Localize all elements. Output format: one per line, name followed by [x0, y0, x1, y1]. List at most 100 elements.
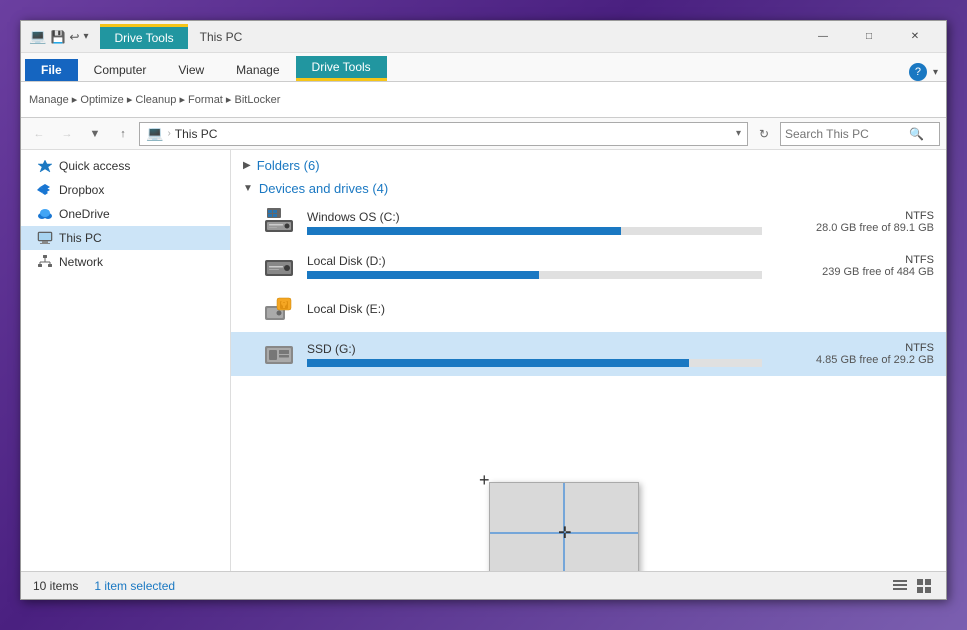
drive-d-icon — [263, 250, 295, 282]
drag-cursor-icon: + — [479, 470, 490, 491]
status-bar: 10 items 1 item selected — [21, 571, 946, 599]
maximize-button[interactable]: □ — [846, 21, 892, 53]
content-area: ▶ Folders (6) ▼ Devices and drives (4) — [231, 150, 946, 571]
dropbox-icon — [37, 182, 53, 198]
recent-locations-button[interactable]: ▼ — [83, 122, 107, 146]
back-button[interactable]: ← — [27, 122, 51, 146]
devices-chevron-icon: ▼ — [243, 183, 253, 194]
ribbon-title-tabs: Drive Tools — [100, 24, 187, 49]
title-bar-left: 💻 💾 ↩ ▾ Drive Tools This PC — [29, 24, 800, 49]
preview-canvas: ✛ — [490, 483, 638, 571]
drive-c-info: Windows OS (C:) — [307, 210, 762, 235]
address-path[interactable]: 💻 › This PC ▾ — [139, 122, 748, 146]
window-icon: 💻 — [29, 28, 46, 45]
drive-c-name: Windows OS (C:) — [307, 210, 762, 224]
ribbon-tabs: File Computer View Manage Drive Tools ? … — [21, 53, 946, 81]
drive-d-fill — [307, 271, 539, 279]
refresh-button[interactable]: ↻ — [752, 122, 776, 146]
devices-section-label: Devices and drives (4) — [259, 181, 388, 196]
drive-c-meta: NTFS 28.0 GB free of 89.1 GB — [774, 210, 934, 234]
search-input[interactable] — [785, 127, 905, 141]
tiles-view-button[interactable] — [914, 576, 934, 596]
search-box[interactable]: 🔍 — [780, 122, 940, 146]
ribbon-content: Manage ▸ Optimize ▸ Cleanup ▸ Format ▸ B… — [21, 81, 946, 117]
sidebar-item-onedrive[interactable]: OneDrive — [21, 202, 230, 226]
ribbon-commands-placeholder: Manage ▸ Optimize ▸ Cleanup ▸ Format ▸ B… — [29, 93, 280, 106]
drive-e-info: Local Disk (E:) — [307, 302, 762, 319]
tab-drive-tools[interactable]: Drive Tools — [296, 56, 387, 81]
window-controls: — □ ✕ — [800, 21, 938, 53]
status-selected: 1 item selected — [94, 579, 175, 593]
dropbox-label: Dropbox — [59, 183, 104, 197]
tab-view[interactable]: View — [162, 59, 220, 81]
address-bar: ← → ▼ ↑ 💻 › This PC ▾ ↻ 🔍 — [21, 118, 946, 150]
ribbon-help-icon[interactable]: ? — [909, 63, 927, 81]
details-view-button[interactable] — [890, 576, 910, 596]
tab-manage[interactable]: Manage — [220, 59, 295, 81]
this-pc-label: This PC — [59, 231, 102, 245]
folders-section-header[interactable]: ▶ Folders (6) — [231, 154, 946, 177]
network-label: Network — [59, 255, 103, 269]
sidebar-item-dropbox[interactable]: Dropbox — [21, 178, 230, 202]
path-arrow: › — [167, 128, 170, 139]
sidebar-item-quick-access[interactable]: Quick access — [21, 154, 230, 178]
drive-c-fs: NTFS — [774, 210, 934, 222]
cursor-icon: ✛ — [558, 523, 571, 543]
ribbon-collapse-icon[interactable]: ▾ — [933, 67, 938, 78]
window-title: This PC — [200, 30, 243, 44]
drive-d-bar — [307, 271, 762, 279]
drive-g-fill — [307, 359, 689, 367]
drive-e-icon — [263, 294, 295, 326]
tab-computer[interactable]: Computer — [78, 59, 163, 81]
drive-g[interactable]: SSD (G:) NTFS 4.85 GB free of 29.2 GB — [231, 332, 946, 376]
up-button[interactable]: ↑ — [111, 122, 135, 146]
drive-g-name: SSD (G:) — [307, 342, 762, 356]
devices-section-header[interactable]: ▼ Devices and drives (4) — [231, 177, 946, 200]
sidebar-item-network[interactable]: Network — [21, 250, 230, 274]
drive-d-meta: NTFS 239 GB free of 484 GB — [774, 254, 934, 278]
path-dropdown[interactable]: ▾ — [736, 128, 741, 139]
forward-button[interactable]: → — [55, 122, 79, 146]
path-pc-icon: 💻 — [146, 125, 163, 142]
close-button[interactable]: ✕ — [892, 21, 938, 53]
search-icon: 🔍 — [909, 127, 924, 141]
main-area: Quick access Dropbox — [21, 150, 946, 571]
drive-d-space: 239 GB free of 484 GB — [774, 266, 934, 278]
status-view-controls — [890, 576, 934, 596]
onedrive-label: OneDrive — [59, 207, 110, 221]
drive-g-fs: NTFS — [774, 342, 934, 354]
drive-g-space: 4.85 GB free of 29.2 GB — [774, 354, 934, 366]
customize-icon[interactable]: ▾ — [83, 31, 88, 42]
sidebar-item-this-pc[interactable]: This PC — [21, 226, 230, 250]
drive-d-info: Local Disk (D:) — [307, 254, 762, 279]
drive-c-bar — [307, 227, 762, 235]
tab-file[interactable]: File — [25, 59, 78, 81]
drive-g-meta: NTFS 4.85 GB free of 29.2 GB — [774, 342, 934, 366]
folders-section-label: Folders (6) — [257, 158, 320, 173]
drive-tools-tab-title[interactable]: Drive Tools — [100, 24, 187, 49]
save-icon[interactable]: 💾 — [50, 30, 65, 44]
drive-c-icon — [263, 206, 295, 238]
minimize-button[interactable]: — — [800, 21, 846, 53]
drive-g-bar — [307, 359, 762, 367]
drive-g-info: SSD (G:) — [307, 342, 762, 367]
drive-e[interactable]: Local Disk (E:) — [231, 288, 946, 332]
drive-c[interactable]: Windows OS (C:) NTFS 28.0 GB free of 89.… — [231, 200, 946, 244]
drive-c-fill — [307, 227, 621, 235]
explorer-window: 💻 💾 ↩ ▾ Drive Tools This PC — □ ✕ File C… — [20, 20, 947, 600]
drive-d-fs: NTFS — [774, 254, 934, 266]
drive-d[interactable]: Local Disk (D:) NTFS 239 GB free of 484 … — [231, 244, 946, 288]
drive-c-space: 28.0 GB free of 89.1 GB — [774, 222, 934, 234]
drive-d-name: Local Disk (D:) — [307, 254, 762, 268]
network-icon — [37, 254, 53, 270]
this-pc-icon — [37, 230, 53, 246]
onedrive-icon — [37, 206, 53, 222]
drive-e-name: Local Disk (E:) — [307, 302, 762, 316]
preview-popup: ✛ (460 , 419) 217, 217, 217 — [489, 482, 639, 571]
drive-g-icon — [263, 338, 295, 370]
undo-icon[interactable]: ↩ — [69, 30, 79, 44]
path-this-pc: This PC — [175, 127, 218, 141]
sidebar: Quick access Dropbox — [21, 150, 231, 571]
folders-chevron-icon: ▶ — [243, 160, 251, 171]
status-items-count: 10 items — [33, 579, 78, 593]
